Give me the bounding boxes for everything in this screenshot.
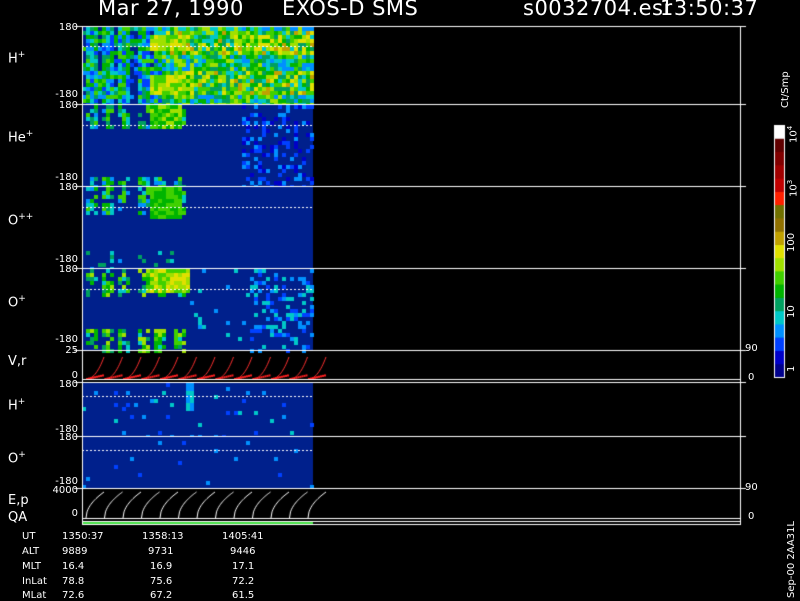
footer-c3-mlt: 17.1 xyxy=(232,561,255,572)
footer-c2-mlat: 67.2 xyxy=(150,590,173,601)
rtick-ep-bot: 0 xyxy=(748,511,755,522)
panel-label-oplus2: O+ xyxy=(8,450,26,467)
panel-label-hplus2: H+ xyxy=(8,397,26,414)
footer-c1-alt: 9889 xyxy=(62,546,88,557)
footer-c2-inlat: 75.6 xyxy=(150,576,173,587)
rtick-ep-top: 90 xyxy=(745,482,758,493)
colorbar-tick-10000: 104 xyxy=(786,125,800,143)
footer-c1-ut: 1350:37 xyxy=(62,531,104,542)
ytick-heplus-top: 180 xyxy=(58,100,78,111)
ytick-hplus-bot: -180 xyxy=(55,89,78,100)
header-time: 13:50:37 xyxy=(660,0,759,20)
panel-label-vr: V,r xyxy=(8,354,27,369)
ytick-oplus-bot: -180 xyxy=(55,334,78,345)
panel-label-oplusplus: O++ xyxy=(8,212,34,229)
ytick-oplus-top: 180 xyxy=(58,264,78,275)
footer-label-inlat: InLat xyxy=(22,576,47,587)
footer-c3-inlat: 72.2 xyxy=(232,576,255,587)
footer-label-mlt: MLT xyxy=(22,561,41,572)
footer-c1-mlat: 72.6 xyxy=(62,590,85,601)
panel-label-ep: E,p xyxy=(8,493,29,508)
footer-c2-mlt: 16.9 xyxy=(150,561,173,572)
panel-label-hplus: H+ xyxy=(8,50,26,67)
footer-c3-mlat: 61.5 xyxy=(232,590,255,601)
ytick-hplus2-top: 180 xyxy=(58,379,78,390)
header-date: Mar 27, 1990 xyxy=(98,0,244,20)
colorbar-tick-1: 1 xyxy=(786,365,797,372)
footer-c3-ut: 1405:41 xyxy=(222,531,264,542)
colorbar-tick-10: 10 xyxy=(786,305,797,318)
ytick-vr-top: 25 xyxy=(65,345,78,356)
footer-label-alt: ALT xyxy=(22,546,40,557)
ytick-ep-top: 4000 xyxy=(52,485,78,496)
ytick-ep-bot: 0 xyxy=(71,508,78,519)
ytick-oplus2-top: 180 xyxy=(58,432,78,443)
colorbar-unit: Ct/Smp xyxy=(780,71,791,108)
panel-label-oplus: O+ xyxy=(8,294,26,311)
footer-c3-alt: 9446 xyxy=(230,546,256,557)
header-instrument: EXOS-D SMS xyxy=(282,0,419,20)
colorbar-tick-100: 100 xyxy=(786,232,797,252)
panel-label-heplus: He+ xyxy=(8,129,34,146)
rtick-vr-bot: 0 xyxy=(748,372,755,383)
spectrogram-canvas xyxy=(0,0,800,600)
footer-label-mlat: MLat xyxy=(22,590,47,601)
ytick-hplus-top: 180 xyxy=(58,22,78,33)
footer-c1-mlt: 16.4 xyxy=(62,561,85,572)
side-note: Sep-00 2AA31L xyxy=(786,521,797,598)
footer-c2-alt: 9731 xyxy=(148,546,174,557)
colorbar-tick-1000: 103 xyxy=(786,179,800,197)
footer-c1-inlat: 78.8 xyxy=(62,576,85,587)
ytick-oplusplus-top: 180 xyxy=(58,182,78,193)
footer-c2-ut: 1358:13 xyxy=(142,531,184,542)
footer-label-ut: UT xyxy=(22,531,36,542)
header-file: s0032704.esr xyxy=(523,0,673,20)
panel-label-qa: QA xyxy=(8,510,28,525)
rtick-vr-top: 90 xyxy=(745,343,758,354)
